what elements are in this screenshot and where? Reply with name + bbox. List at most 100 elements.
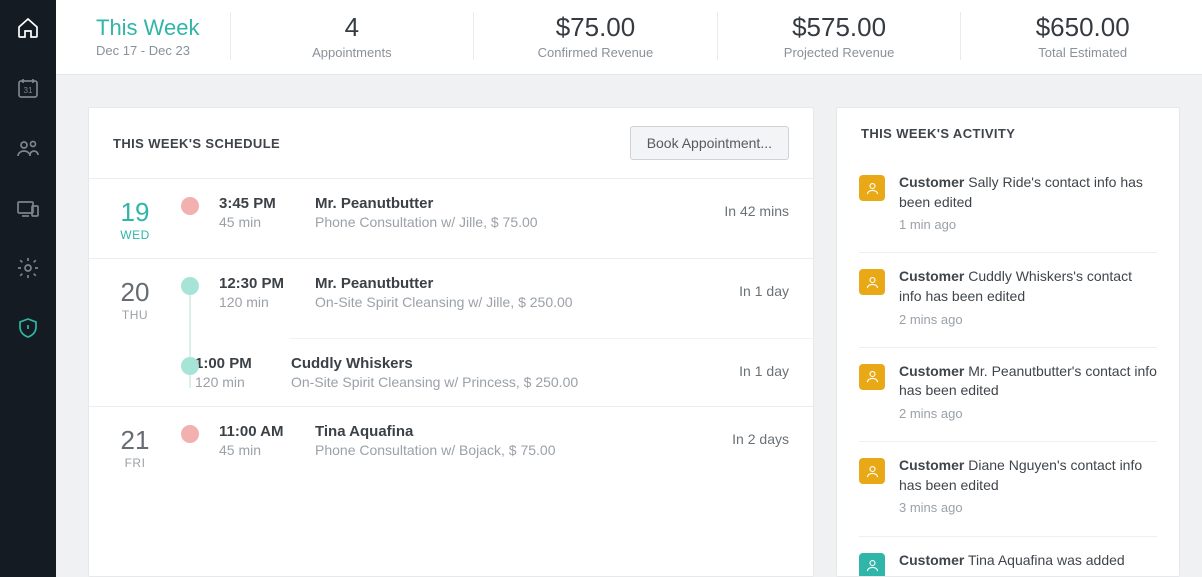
appointment-row[interactable]: 20 THU 12:30 PM 120 min Mr. Peanutbutter… (89, 259, 813, 338)
detail-col: Cuddly Whiskers On-Site Spirit Cleansing… (291, 355, 739, 390)
activity-list: Customer Sally Ride's contact info has b… (837, 159, 1179, 576)
appointment-row[interactable]: 19 WED 3:45 PM 45 min Mr. Peanutbutter P… (89, 179, 813, 258)
date-dow: WED (89, 228, 181, 242)
schedule-card: THIS WEEK'S SCHEDULE Book Appointment...… (88, 107, 814, 577)
activity-ago: 3 mins ago (899, 499, 1157, 517)
appt-desc: Phone Consultation w/ Jille, $ 75.00 (315, 214, 724, 230)
appt-relative: In 42 mins (724, 195, 789, 219)
schedule-header: THIS WEEK'S SCHEDULE Book Appointment... (89, 108, 813, 178)
devices-icon[interactable] (16, 196, 40, 220)
shield-alert-icon[interactable] (16, 316, 40, 340)
stat-value: 4 (345, 12, 359, 43)
detail-col: Tina Aquafina Phone Consultation w/ Boja… (315, 423, 732, 458)
appt-time: 12:30 PM (219, 275, 315, 292)
detail-col: Mr. Peanutbutter Phone Consultation w/ J… (315, 195, 724, 230)
date-number: 21 (89, 425, 181, 456)
activity-prefix: Customer (899, 174, 964, 190)
stat-total-estimated: $650.00 Total Estimated (991, 12, 1174, 60)
person-icon (859, 458, 885, 484)
day-group: 19 WED 3:45 PM 45 min Mr. Peanutbutter P… (89, 178, 813, 258)
date-number: 20 (89, 277, 181, 308)
appointment-row[interactable]: 1:00 PM 120 min Cuddly Whiskers On-Site … (289, 338, 813, 406)
activity-title: THIS WEEK'S ACTIVITY (861, 126, 1015, 141)
stat-projected-revenue: $575.00 Projected Revenue (748, 12, 962, 60)
person-icon (859, 269, 885, 295)
date-col: 19 WED (89, 195, 181, 242)
person-icon (859, 175, 885, 201)
stat-confirmed-revenue: $75.00 Confirmed Revenue (504, 12, 718, 60)
activity-ago: 1 min ago (899, 216, 1157, 234)
activity-item[interactable]: Customer Tina Aquafina was added 5 mins … (859, 537, 1157, 577)
status-dot (181, 425, 199, 443)
activity-body: Customer Sally Ride's contact info has b… (899, 173, 1157, 234)
time-col: 12:30 PM 120 min (219, 275, 315, 310)
appt-duration: 120 min (219, 294, 315, 310)
appt-relative: In 1 day (739, 355, 789, 379)
detail-col: Mr. Peanutbutter On-Site Spirit Cleansin… (315, 275, 739, 310)
calendar-icon[interactable]: 31 (16, 76, 40, 100)
activity-item[interactable]: Customer Sally Ride's contact info has b… (859, 159, 1157, 253)
content: THIS WEEK'S SCHEDULE Book Appointment...… (56, 75, 1202, 577)
appt-duration: 45 min (219, 442, 315, 458)
stat-value: $575.00 (792, 12, 886, 43)
day-group: 20 THU 12:30 PM 120 min Mr. Peanutbutter… (89, 258, 813, 406)
summary-bar: This Week Dec 17 - Dec 23 4 Appointments… (56, 0, 1202, 75)
activity-header: THIS WEEK'S ACTIVITY (837, 108, 1179, 159)
status-dot (181, 197, 199, 215)
people-icon[interactable] (16, 136, 40, 160)
activity-body: Customer Mr. Peanutbutter's contact info… (899, 362, 1157, 423)
summary-daterange: Dec 17 - Dec 23 (96, 43, 200, 58)
stat-value: $650.00 (1036, 12, 1130, 43)
person-icon (859, 364, 885, 390)
appt-desc: Phone Consultation w/ Bojack, $ 75.00 (315, 442, 732, 458)
appt-relative: In 2 days (732, 423, 789, 447)
svg-text:31: 31 (24, 86, 33, 95)
time-col: 3:45 PM 45 min (219, 195, 315, 230)
appt-relative: In 1 day (739, 275, 789, 299)
summary-title: This Week (96, 15, 200, 41)
main: This Week Dec 17 - Dec 23 4 Appointments… (56, 0, 1202, 577)
appt-client: Tina Aquafina (315, 423, 732, 440)
appt-duration: 45 min (219, 214, 315, 230)
activity-prefix: Customer (899, 552, 964, 568)
activity-prefix: Customer (899, 268, 964, 284)
date-number: 19 (89, 197, 181, 228)
gear-icon[interactable] (16, 256, 40, 280)
sidebar: 31 (0, 0, 56, 577)
activity-item[interactable]: Customer Diane Nguyen's contact info has… (859, 442, 1157, 536)
appt-duration: 120 min (195, 374, 291, 390)
appt-desc: On-Site Spirit Cleansing w/ Princess, $ … (291, 374, 739, 390)
activity-prefix: Customer (899, 363, 964, 379)
date-dow: FRI (89, 456, 181, 470)
book-appointment-button[interactable]: Book Appointment... (630, 126, 789, 160)
activity-body: Customer Cuddly Whiskers's contact info … (899, 267, 1157, 328)
appt-client: Mr. Peanutbutter (315, 275, 739, 292)
person-icon (859, 553, 885, 577)
status-dot (181, 277, 199, 295)
activity-item[interactable]: Customer Mr. Peanutbutter's contact info… (859, 348, 1157, 442)
date-col: 20 THU (89, 275, 181, 322)
stat-value: $75.00 (556, 12, 636, 43)
schedule-title: THIS WEEK'S SCHEDULE (113, 136, 280, 151)
date-dow: THU (89, 308, 181, 322)
activity-item[interactable]: Customer Cuddly Whiskers's contact info … (859, 253, 1157, 347)
stat-label: Confirmed Revenue (538, 45, 654, 60)
appt-client: Cuddly Whiskers (291, 355, 739, 372)
appt-desc: On-Site Spirit Cleansing w/ Jille, $ 250… (315, 294, 739, 310)
time-col: 1:00 PM 120 min (195, 355, 291, 390)
stat-label: Appointments (312, 45, 392, 60)
activity-prefix: Customer (899, 457, 964, 473)
stat-label: Projected Revenue (784, 45, 895, 60)
appointment-row[interactable]: 21 FRI 11:00 AM 45 min Tina Aquafina Pho… (89, 407, 813, 486)
activity-body: Customer Tina Aquafina was added 5 mins … (899, 551, 1125, 577)
activity-ago: 2 mins ago (899, 311, 1157, 329)
activity-ago: 2 mins ago (899, 405, 1157, 423)
appt-time: 11:00 AM (219, 423, 315, 440)
summary-period: This Week Dec 17 - Dec 23 (96, 12, 231, 60)
date-col: 21 FRI (89, 423, 181, 470)
home-icon[interactable] (16, 16, 40, 40)
time-col: 11:00 AM 45 min (219, 423, 315, 458)
activity-card: THIS WEEK'S ACTIVITY Customer Sally Ride… (836, 107, 1180, 577)
activity-ago: 5 mins ago (899, 574, 1125, 576)
activity-body: Customer Diane Nguyen's contact info has… (899, 456, 1157, 517)
